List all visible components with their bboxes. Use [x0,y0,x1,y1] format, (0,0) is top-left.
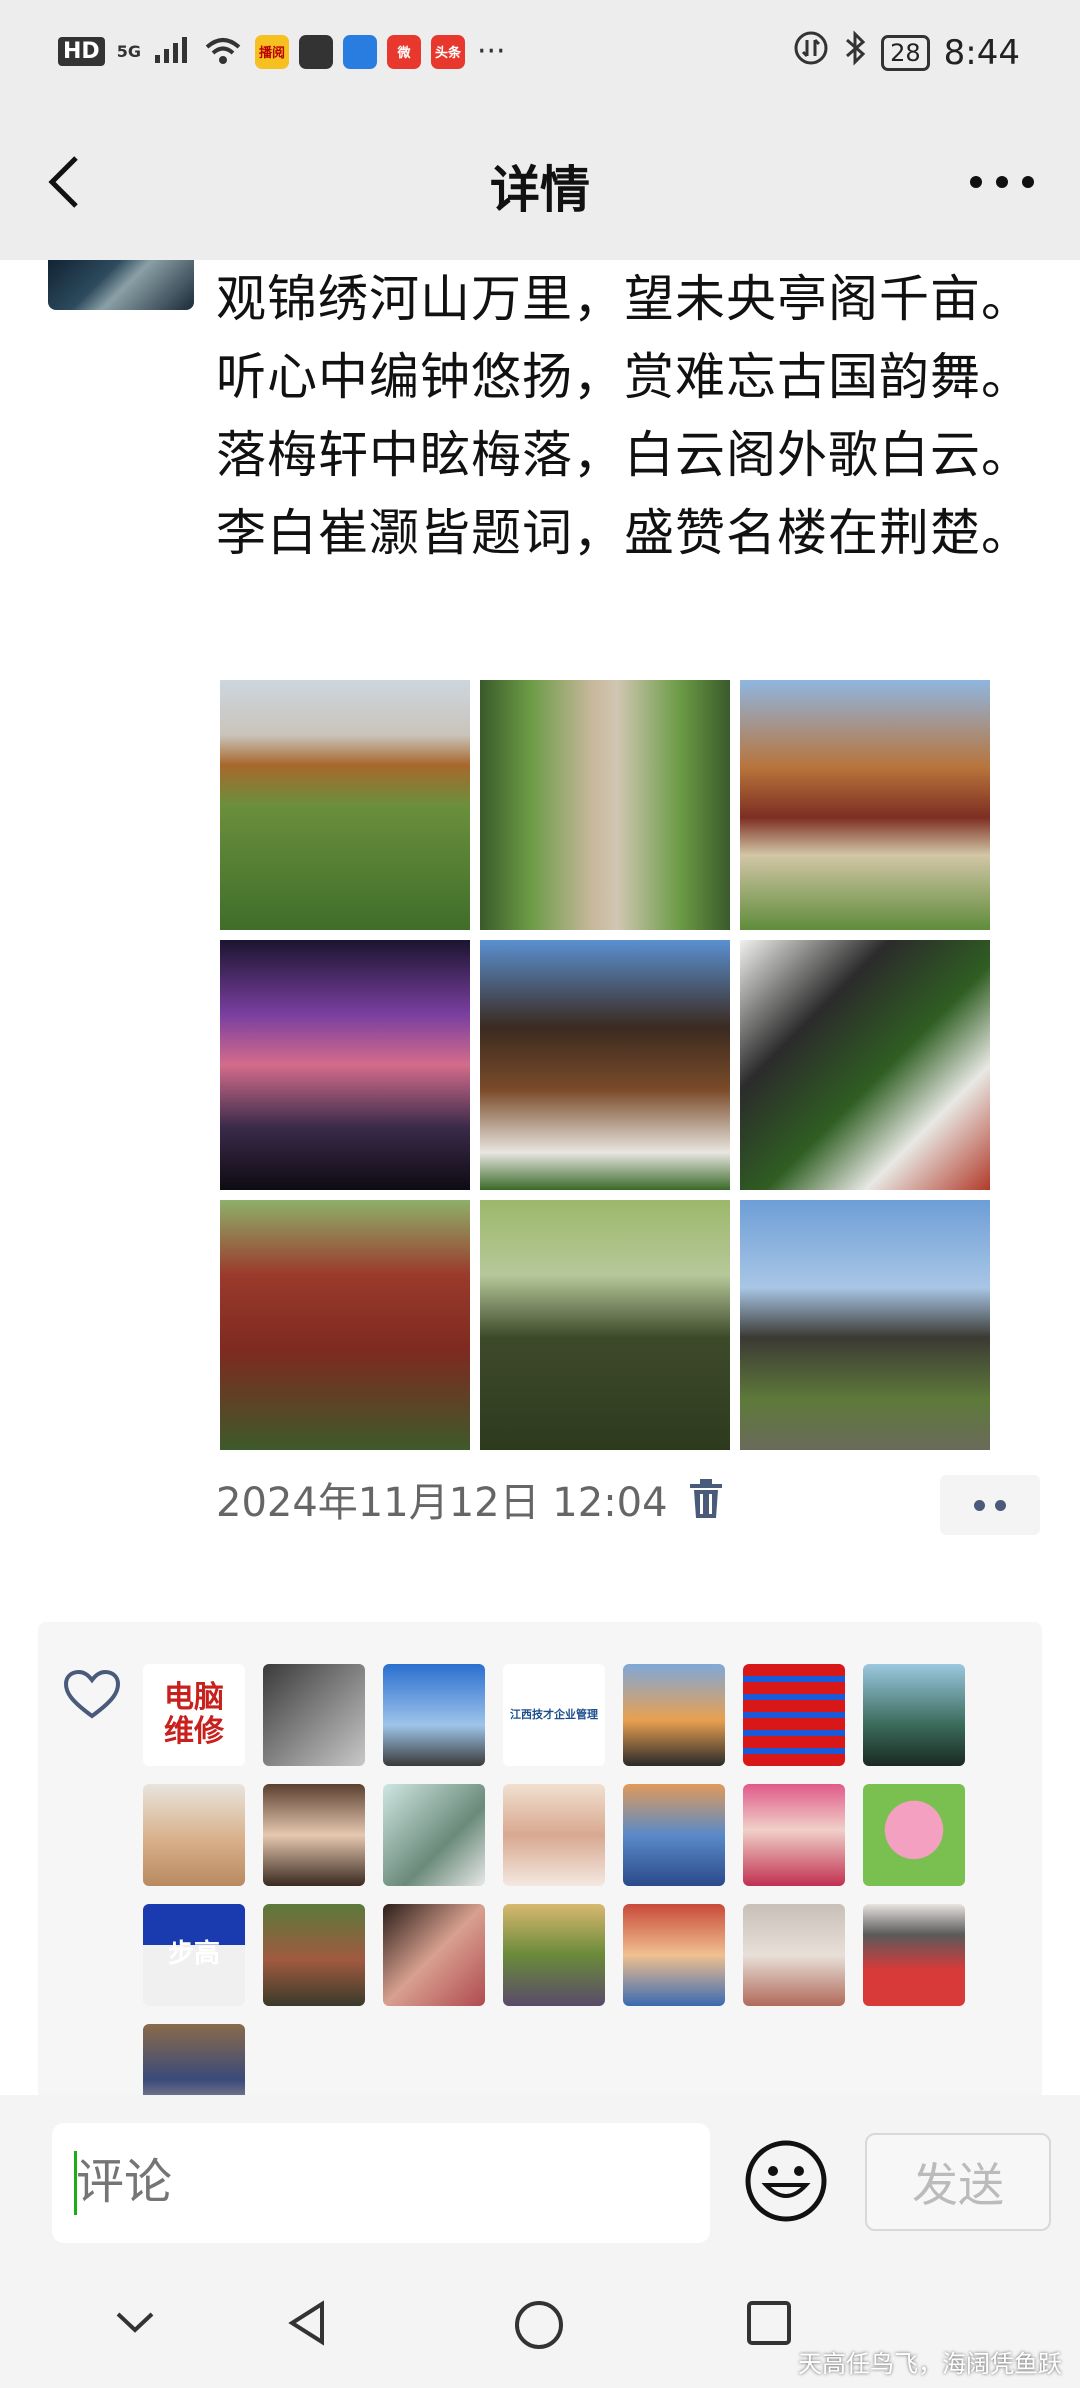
avatar-baby-cat[interactable] [263,1664,365,1766]
more-dots-icon [970,176,1034,188]
comment-box[interactable] [52,2123,710,2243]
avatar-cat-flag[interactable] [383,1784,485,1886]
news-app-icon: 播阅 [254,34,289,69]
photo-pavilion-gate[interactable] [740,680,990,930]
avatar-text: 步高 [167,1939,220,1970]
photo-yellow-crane-tower[interactable] [220,680,470,930]
photo-white-wall-pavilion[interactable] [740,940,990,1190]
square-recents-icon [747,2301,791,2345]
watermark: 天高任鸟飞，海阔凭鱼跃 [798,2350,1062,2378]
post-text: 观锦绣河山万里，望未央亭阁千亩。听心中编钟悠扬，赏难忘古国韵舞。落梅轩中眩梅落，… [216,270,1032,562]
avatar-man-flowers[interactable] [503,1904,605,2006]
heart-icon [63,1669,121,1720]
avatar-education[interactable]: 步高 [143,1904,245,2006]
hd-indicator: HD [58,37,105,66]
photo-grid [220,680,990,1450]
avatar-woman-sweater[interactable] [143,1784,245,1886]
photo-tower-pavilion[interactable] [480,940,730,1190]
emoji-button[interactable] [742,2137,830,2225]
post-meta: 2024年11月12日 12:04 [216,1470,724,1528]
avatar-horse-rider[interactable] [623,1664,725,1766]
photo-red-pavilion[interactable] [220,1200,470,1450]
post-detail: 观锦绣河山万里，望未央亭阁千亩。听心中编钟悠扬，赏难忘古国韵舞。落梅轩中眩梅落，… [0,260,1080,2095]
clock: 8:44 [943,32,1020,73]
status-bar: HD 5G 播阅 微头条 ··· 28 8:44 [0,0,1080,110]
liker-avatars: 电脑 维修 江西技才企业管理步高 [143,1664,965,2095]
avatar-text: 电脑 维修 [164,1679,224,1749]
more-button[interactable] [962,152,1042,212]
data-saver-icon [793,30,829,75]
network-indicator: 5G [116,41,141,61]
signal-icon [153,35,191,69]
photo-pond-ducks[interactable] [480,1200,730,1450]
post-timestamp: 2024年11月12日 12:04 [216,1480,668,1526]
title-bar: 详情 [0,110,1080,260]
more-notifications-icon: ··· [476,34,506,69]
browser-app-icon [342,34,377,69]
avatar-text: 江西技才企业管理 [510,1707,598,1721]
nav-home-button[interactable] [512,2298,566,2356]
avatar-woman-red[interactable] [743,1784,845,1886]
likes-panel: 电脑 维修 江西技才企业管理步高 [38,1622,1042,2095]
toutiao-app-icon: 头条 [430,34,465,69]
page-title: 详情 [490,161,590,219]
battery-icon: 28 [881,34,930,71]
trash-icon [689,1479,722,1518]
bluetooth-icon [843,30,867,75]
photo-garden-aerial[interactable] [480,680,730,930]
avatar-woman-glasses[interactable] [623,1904,725,2006]
nav-back-button[interactable] [282,2298,332,2352]
avatar-money[interactable] [383,1904,485,2006]
avatar-enterprise-logo[interactable]: 江西技才企业管理 [503,1664,605,1766]
avatar-woman-long-hair[interactable] [263,1784,365,1886]
photo-crane-statue[interactable] [740,1200,990,1450]
nav-recents-button[interactable] [744,2298,794,2352]
avatar-woman-blue-dress[interactable] [623,1784,725,1886]
status-right: 28 8:44 [793,30,1020,75]
avatar-woman-green[interactable] [863,1664,965,1766]
chevron-down-icon [116,2312,154,2333]
avatar-woman-mask[interactable] [743,1904,845,2006]
smiley-icon [745,2140,827,2222]
weibo-app-icon: 微 [386,34,421,69]
dot-icon [995,1499,1006,1511]
avatar-woman-flowers[interactable] [503,1784,605,1886]
send-button[interactable]: 发送 [865,2133,1051,2231]
triangle-back-icon [288,2300,324,2346]
bag-app-icon [298,34,333,69]
avatar-couple-garden[interactable] [263,1904,365,2006]
photo-stage-performance[interactable] [220,940,470,1190]
avatar-trigram[interactable] [743,1664,845,1766]
status-left: HD 5G 播阅 微头条 ··· [58,34,506,69]
avatar-woman-hat[interactable] [863,1904,965,2006]
dot-icon [974,1499,985,1511]
circle-home-icon [515,2301,563,2349]
avatar-couple-indoor[interactable] [143,2024,245,2095]
avatar-peppa-pig[interactable] [863,1784,965,1886]
comment-like-menu-button[interactable] [940,1475,1040,1535]
delete-button[interactable] [688,1478,724,1520]
avatar-astronaut[interactable] [383,1664,485,1766]
comment-input[interactable] [74,2153,678,2211]
notification-apps: 播阅 微头条 [254,34,465,69]
avatar-computer-repair[interactable]: 电脑 维修 [143,1664,245,1766]
wifi-icon [203,35,243,69]
author-avatar[interactable] [48,260,194,310]
collapse-nav-button[interactable] [112,2298,158,2348]
